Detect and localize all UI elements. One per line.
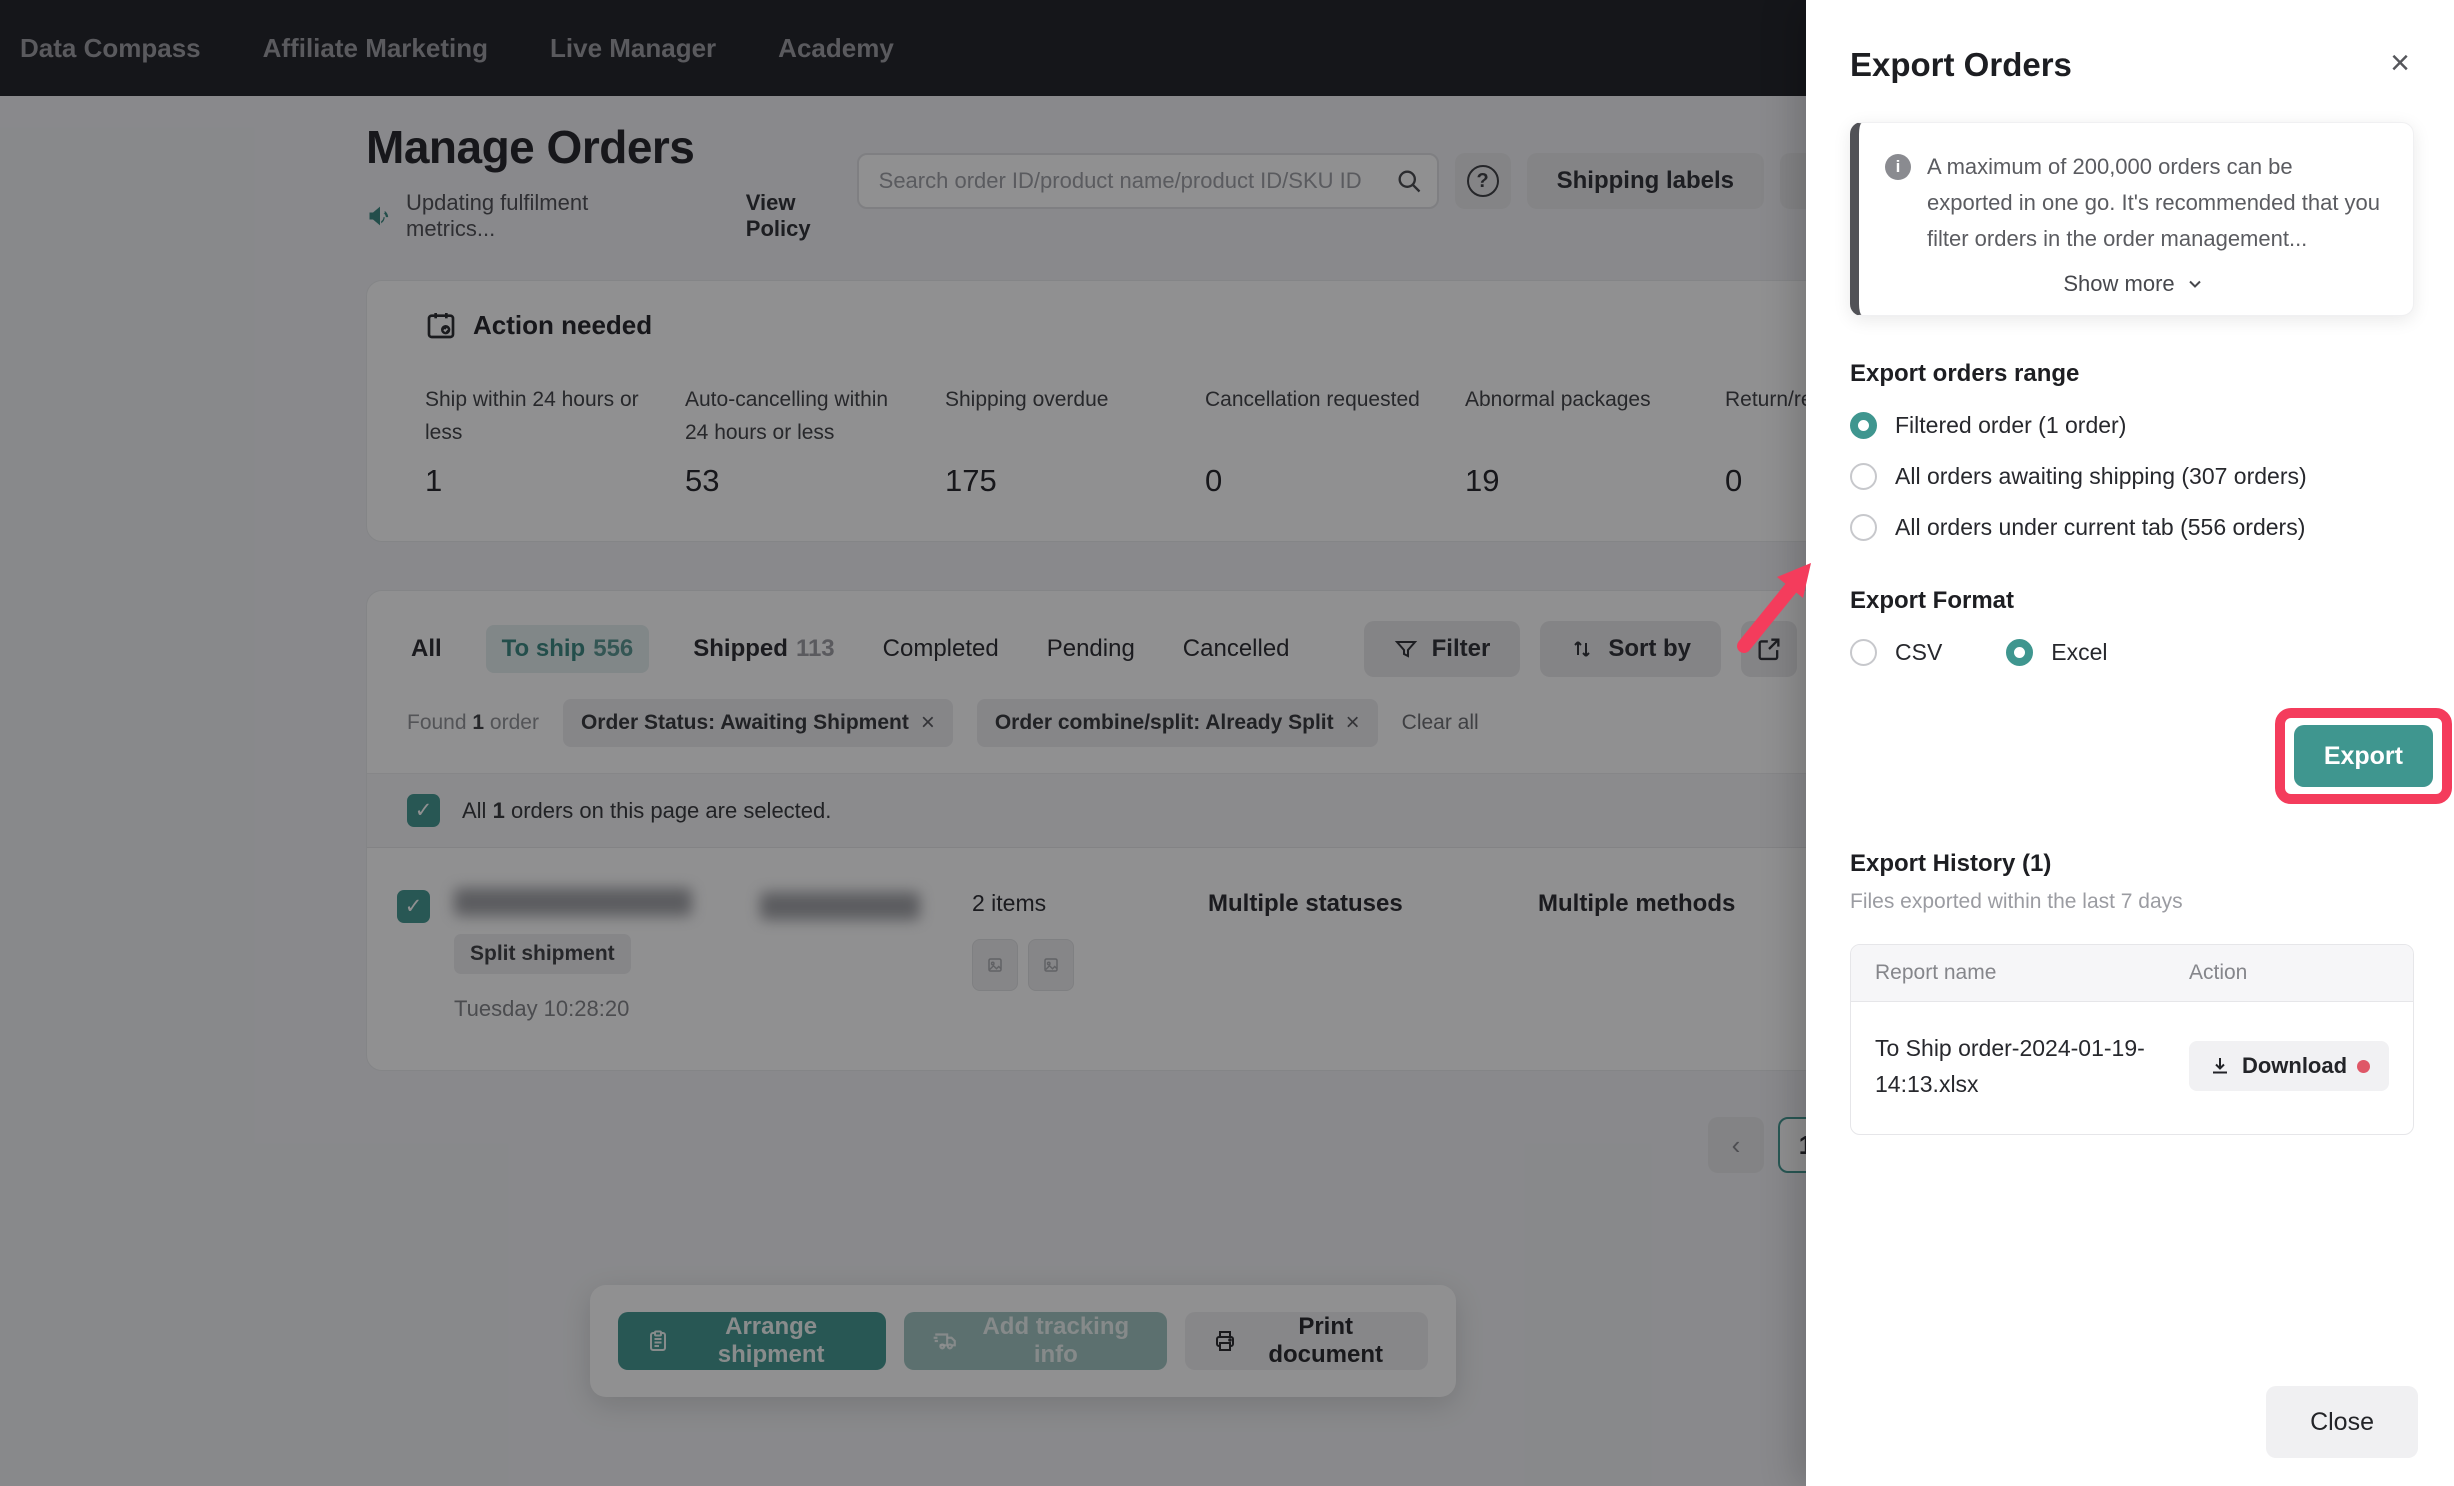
range-option-awaiting-shipping[interactable]: All orders awaiting shipping (307 orders… xyxy=(1850,463,2414,490)
export-orders-panel: Export Orders × i A maximum of 200,000 o… xyxy=(1806,0,2454,1486)
radio-selected[interactable] xyxy=(2006,639,2033,666)
screen: Data Compass Affiliate Marketing Live Ma… xyxy=(0,0,2454,1486)
export-history-subheading: Files exported within the last 7 days xyxy=(1850,890,2414,914)
export-history-heading: Export History (1) xyxy=(1850,850,2414,878)
export-notice-card: i A maximum of 200,000 orders can be exp… xyxy=(1850,122,2414,316)
report-name: To Ship order-2024-01-19-14:13.xlsx xyxy=(1875,1030,2189,1102)
export-panel-title: Export Orders xyxy=(1850,46,2072,84)
download-button-wrap: Download xyxy=(2189,1041,2389,1091)
close-button[interactable]: Close xyxy=(2266,1386,2418,1458)
table-row: To Ship order-2024-01-19-14:13.xlsx Down… xyxy=(1851,1002,2413,1134)
annotation-highlight-box: Export xyxy=(2275,708,2452,804)
format-option-csv[interactable]: CSV xyxy=(1850,639,1942,666)
export-range-heading: Export orders range xyxy=(1850,360,2414,388)
download-button[interactable]: Download xyxy=(2189,1041,2389,1091)
column-report-name: Report name xyxy=(1875,961,2189,985)
radio-unselected[interactable] xyxy=(1850,514,1877,541)
show-more-link[interactable]: Show more xyxy=(1885,271,2383,297)
chevron-down-icon xyxy=(2185,274,2205,294)
close-icon[interactable]: × xyxy=(2386,42,2414,84)
format-option-excel[interactable]: Excel xyxy=(2006,639,2107,666)
range-option-filtered[interactable]: Filtered order (1 order) xyxy=(1850,412,2414,439)
column-action: Action xyxy=(2189,961,2389,985)
export-format-heading: Export Format xyxy=(1850,587,2414,615)
new-file-badge xyxy=(2357,1060,2370,1073)
radio-selected[interactable] xyxy=(1850,412,1877,439)
radio-unselected[interactable] xyxy=(1850,639,1877,666)
info-icon: i xyxy=(1885,154,1911,180)
export-history-table: Report name Action To Ship order-2024-01… xyxy=(1850,944,2414,1135)
radio-unselected[interactable] xyxy=(1850,463,1877,490)
export-button[interactable]: Export xyxy=(2294,725,2433,787)
export-notice-text: A maximum of 200,000 orders can be expor… xyxy=(1927,149,2383,257)
range-option-current-tab[interactable]: All orders under current tab (556 orders… xyxy=(1850,514,2414,541)
download-icon xyxy=(2208,1054,2232,1078)
